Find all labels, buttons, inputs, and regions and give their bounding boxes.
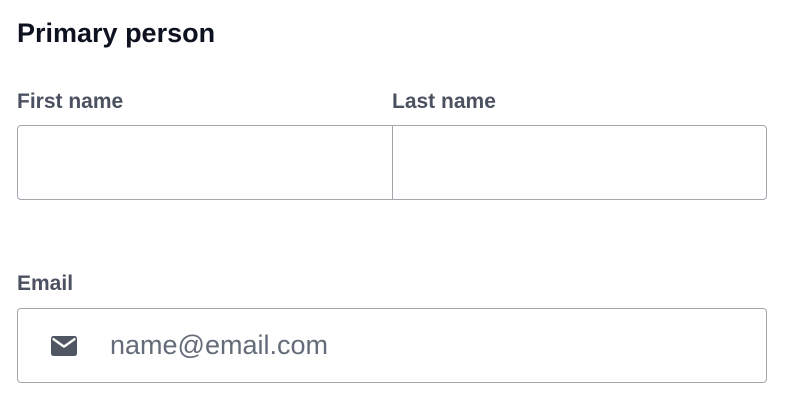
envelope-icon (18, 309, 110, 382)
name-field-group (17, 125, 767, 200)
last-name-input[interactable] (392, 126, 766, 199)
email-input[interactable] (110, 309, 766, 382)
email-label: Email (17, 272, 74, 295)
last-name-label: Last name (392, 90, 496, 113)
email-field-group (17, 308, 767, 383)
first-name-input[interactable] (18, 126, 393, 199)
section-title: Primary person (17, 18, 216, 48)
first-name-label: First name (17, 90, 124, 113)
